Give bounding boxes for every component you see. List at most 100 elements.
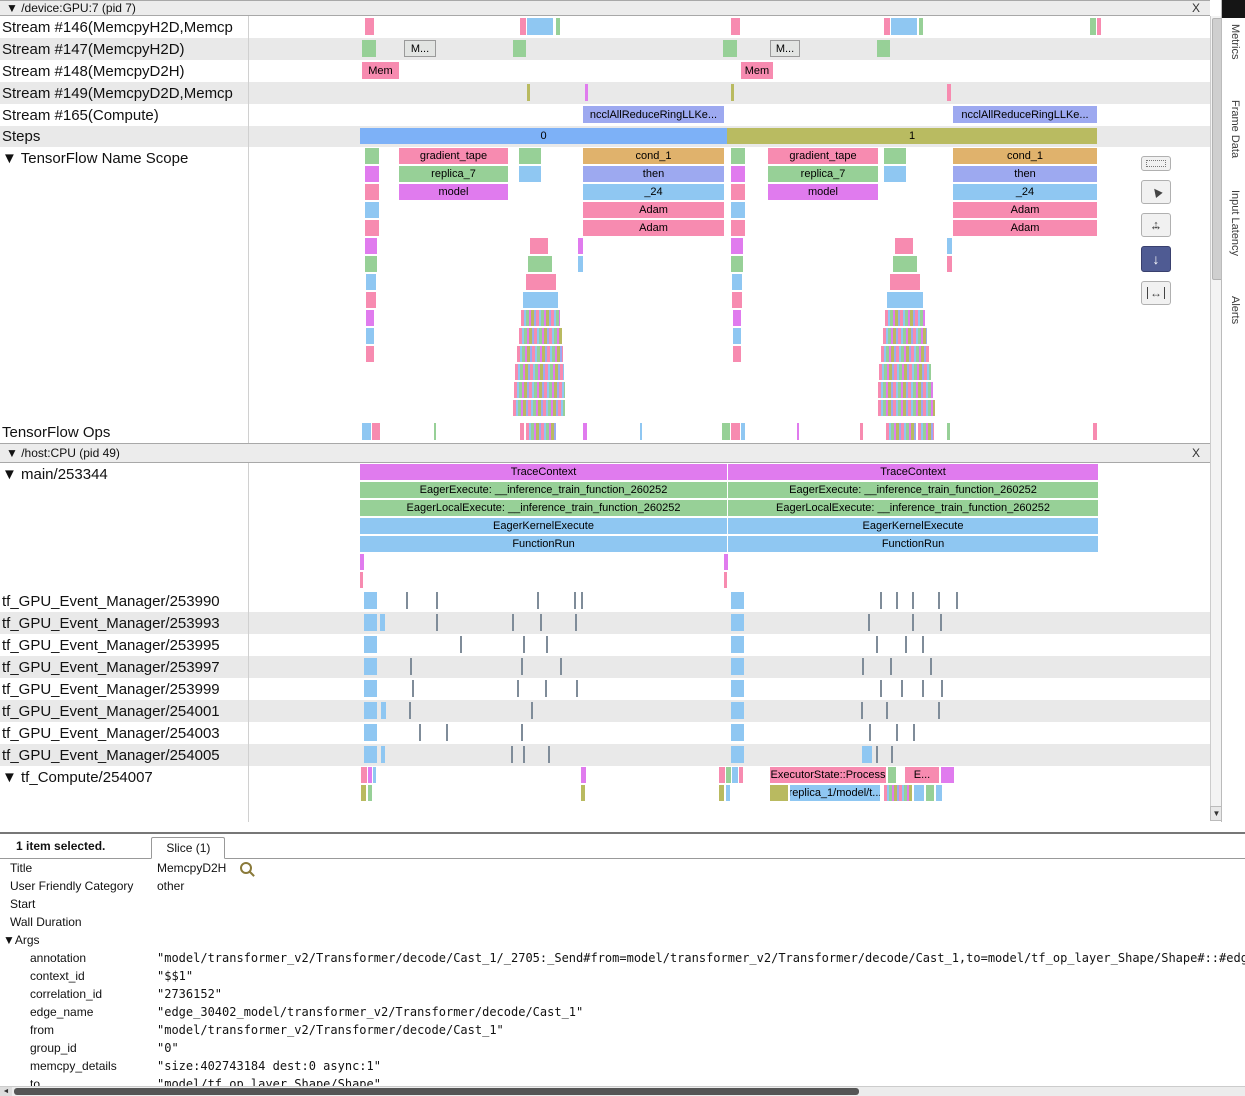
track-label[interactable]: ▼ TensorFlow Name Scope (2, 147, 188, 169)
trace-slice[interactable] (581, 767, 586, 783)
track-label[interactable]: ▼ tf_Compute/254007 (2, 766, 153, 788)
section-header[interactable]: ▼ /device:GPU:7 (pid 7)X (0, 0, 1210, 16)
trace-slice[interactable] (528, 256, 552, 272)
trace-slice[interactable] (531, 702, 533, 719)
trace-slice[interactable] (770, 785, 788, 801)
trace-slice[interactable] (381, 702, 386, 719)
trace-slice[interactable] (884, 18, 890, 35)
trace-slice[interactable] (556, 18, 560, 35)
trace-slice[interactable] (365, 238, 377, 254)
args-header[interactable]: ▼Args (0, 931, 1245, 949)
trace-slice[interactable]: then (953, 166, 1097, 182)
trace-slice[interactable] (519, 166, 541, 182)
trace-slice[interactable]: _24 (583, 184, 724, 200)
trace-slice[interactable]: replica_7 (768, 166, 878, 182)
trace-slice[interactable]: EagerKernelExecute (360, 518, 727, 534)
trace-slice[interactable] (446, 724, 448, 741)
tab-alerts[interactable]: Alerts (1229, 296, 1241, 324)
trace-slice[interactable] (1097, 18, 1101, 35)
trace-slice[interactable] (883, 328, 927, 344)
trace-slice[interactable]: _24 (953, 184, 1097, 200)
trace-slice[interactable] (581, 785, 585, 801)
trace-slice[interactable] (918, 423, 934, 440)
trace-slice[interactable] (741, 423, 745, 440)
trace-slice[interactable] (901, 680, 903, 697)
trace-slice[interactable] (726, 767, 731, 783)
trace-slice[interactable] (520, 423, 524, 440)
trace-slice[interactable] (521, 310, 560, 326)
trace-slice[interactable] (530, 238, 548, 254)
trace-slice[interactable] (941, 680, 943, 697)
trace-slice[interactable]: Adam (953, 220, 1097, 236)
trace-slice[interactable] (722, 423, 730, 440)
pan-tool-button[interactable]: ↔ ↕ (1141, 213, 1171, 237)
trace-slice[interactable]: Adam (953, 202, 1097, 218)
trace-slice[interactable]: ExecutorState::Process (770, 767, 886, 783)
trace-slice[interactable]: FunctionRun (360, 536, 727, 552)
trace-slice[interactable] (366, 310, 374, 326)
trace-slice[interactable] (364, 724, 377, 741)
trace-slice[interactable] (523, 746, 525, 763)
trace-slice[interactable] (578, 238, 583, 254)
trace-slice[interactable] (410, 658, 412, 675)
trace-slice[interactable] (922, 680, 924, 697)
trace-slice[interactable] (733, 346, 741, 362)
trace-slice[interactable] (436, 614, 438, 631)
trace-slice[interactable] (574, 592, 576, 609)
section-title[interactable]: ▼ /host:CPU (pid 49) (6, 446, 120, 460)
section-title[interactable]: ▼ /device:GPU:7 (pid 7) (6, 1, 136, 15)
trace-slice[interactable] (731, 18, 740, 35)
trace-slice[interactable] (460, 636, 462, 653)
trace-slice[interactable] (540, 614, 542, 631)
trace-slice[interactable] (886, 423, 916, 440)
trace-slice[interactable] (364, 746, 377, 763)
trace-slice[interactable] (361, 785, 366, 801)
trace-slice[interactable] (515, 364, 564, 380)
trace-slice[interactable] (514, 382, 565, 398)
trace-slice[interactable] (731, 202, 745, 218)
trace-slice[interactable] (862, 746, 872, 763)
trace-slice[interactable] (947, 256, 952, 272)
trace-slice[interactable] (519, 328, 562, 344)
trace-slice[interactable] (724, 572, 727, 588)
trace-slice[interactable] (365, 256, 377, 272)
trace-slice[interactable]: EagerKernelExecute (728, 518, 1098, 534)
trace-slice[interactable] (922, 636, 924, 653)
trace-slice[interactable] (365, 18, 374, 35)
trace-slice[interactable] (585, 84, 588, 101)
trace-slice[interactable]: model (768, 184, 878, 200)
trace-slice[interactable] (891, 746, 893, 763)
trace-slice[interactable] (364, 702, 377, 719)
trace-slice[interactable] (373, 767, 376, 783)
tab-slice[interactable]: Slice (1) (151, 837, 225, 859)
trace-slice[interactable] (869, 724, 871, 741)
trace-slice[interactable] (366, 328, 374, 344)
trace-slice[interactable]: replica_7 (399, 166, 508, 182)
trace-slice[interactable] (731, 658, 744, 675)
trace-slice[interactable] (893, 256, 917, 272)
trace-slice[interactable] (723, 40, 737, 57)
trace-slice[interactable] (368, 785, 372, 801)
trace-slice[interactable] (914, 785, 924, 801)
trace-slice[interactable] (739, 767, 743, 783)
trace-slice[interactable]: FunctionRun (728, 536, 1098, 552)
trace-slice[interactable] (545, 680, 547, 697)
trace-slice[interactable] (885, 310, 925, 326)
trace-slice[interactable] (936, 785, 942, 801)
trace-slice[interactable]: cond_1 (583, 148, 724, 164)
trace-slice[interactable] (726, 785, 730, 801)
trace-slice[interactable]: M... (404, 40, 436, 57)
trace-slice[interactable]: EagerExecute: __inference_train_function… (728, 482, 1098, 498)
trace-slice[interactable] (884, 148, 906, 164)
trace-slice[interactable] (731, 166, 745, 182)
trace-slice[interactable] (546, 636, 548, 653)
trace-slice[interactable] (724, 554, 728, 570)
trace-slice[interactable] (512, 614, 514, 631)
trace-slice[interactable] (517, 680, 519, 697)
trace-slice[interactable] (887, 292, 923, 308)
trace-slice[interactable]: TraceContext (360, 464, 727, 480)
trace-slice[interactable] (877, 40, 890, 57)
trace-slice[interactable] (896, 724, 898, 741)
track-label[interactable]: ▼ main/253344 (2, 463, 108, 485)
trace-slice[interactable] (880, 592, 882, 609)
